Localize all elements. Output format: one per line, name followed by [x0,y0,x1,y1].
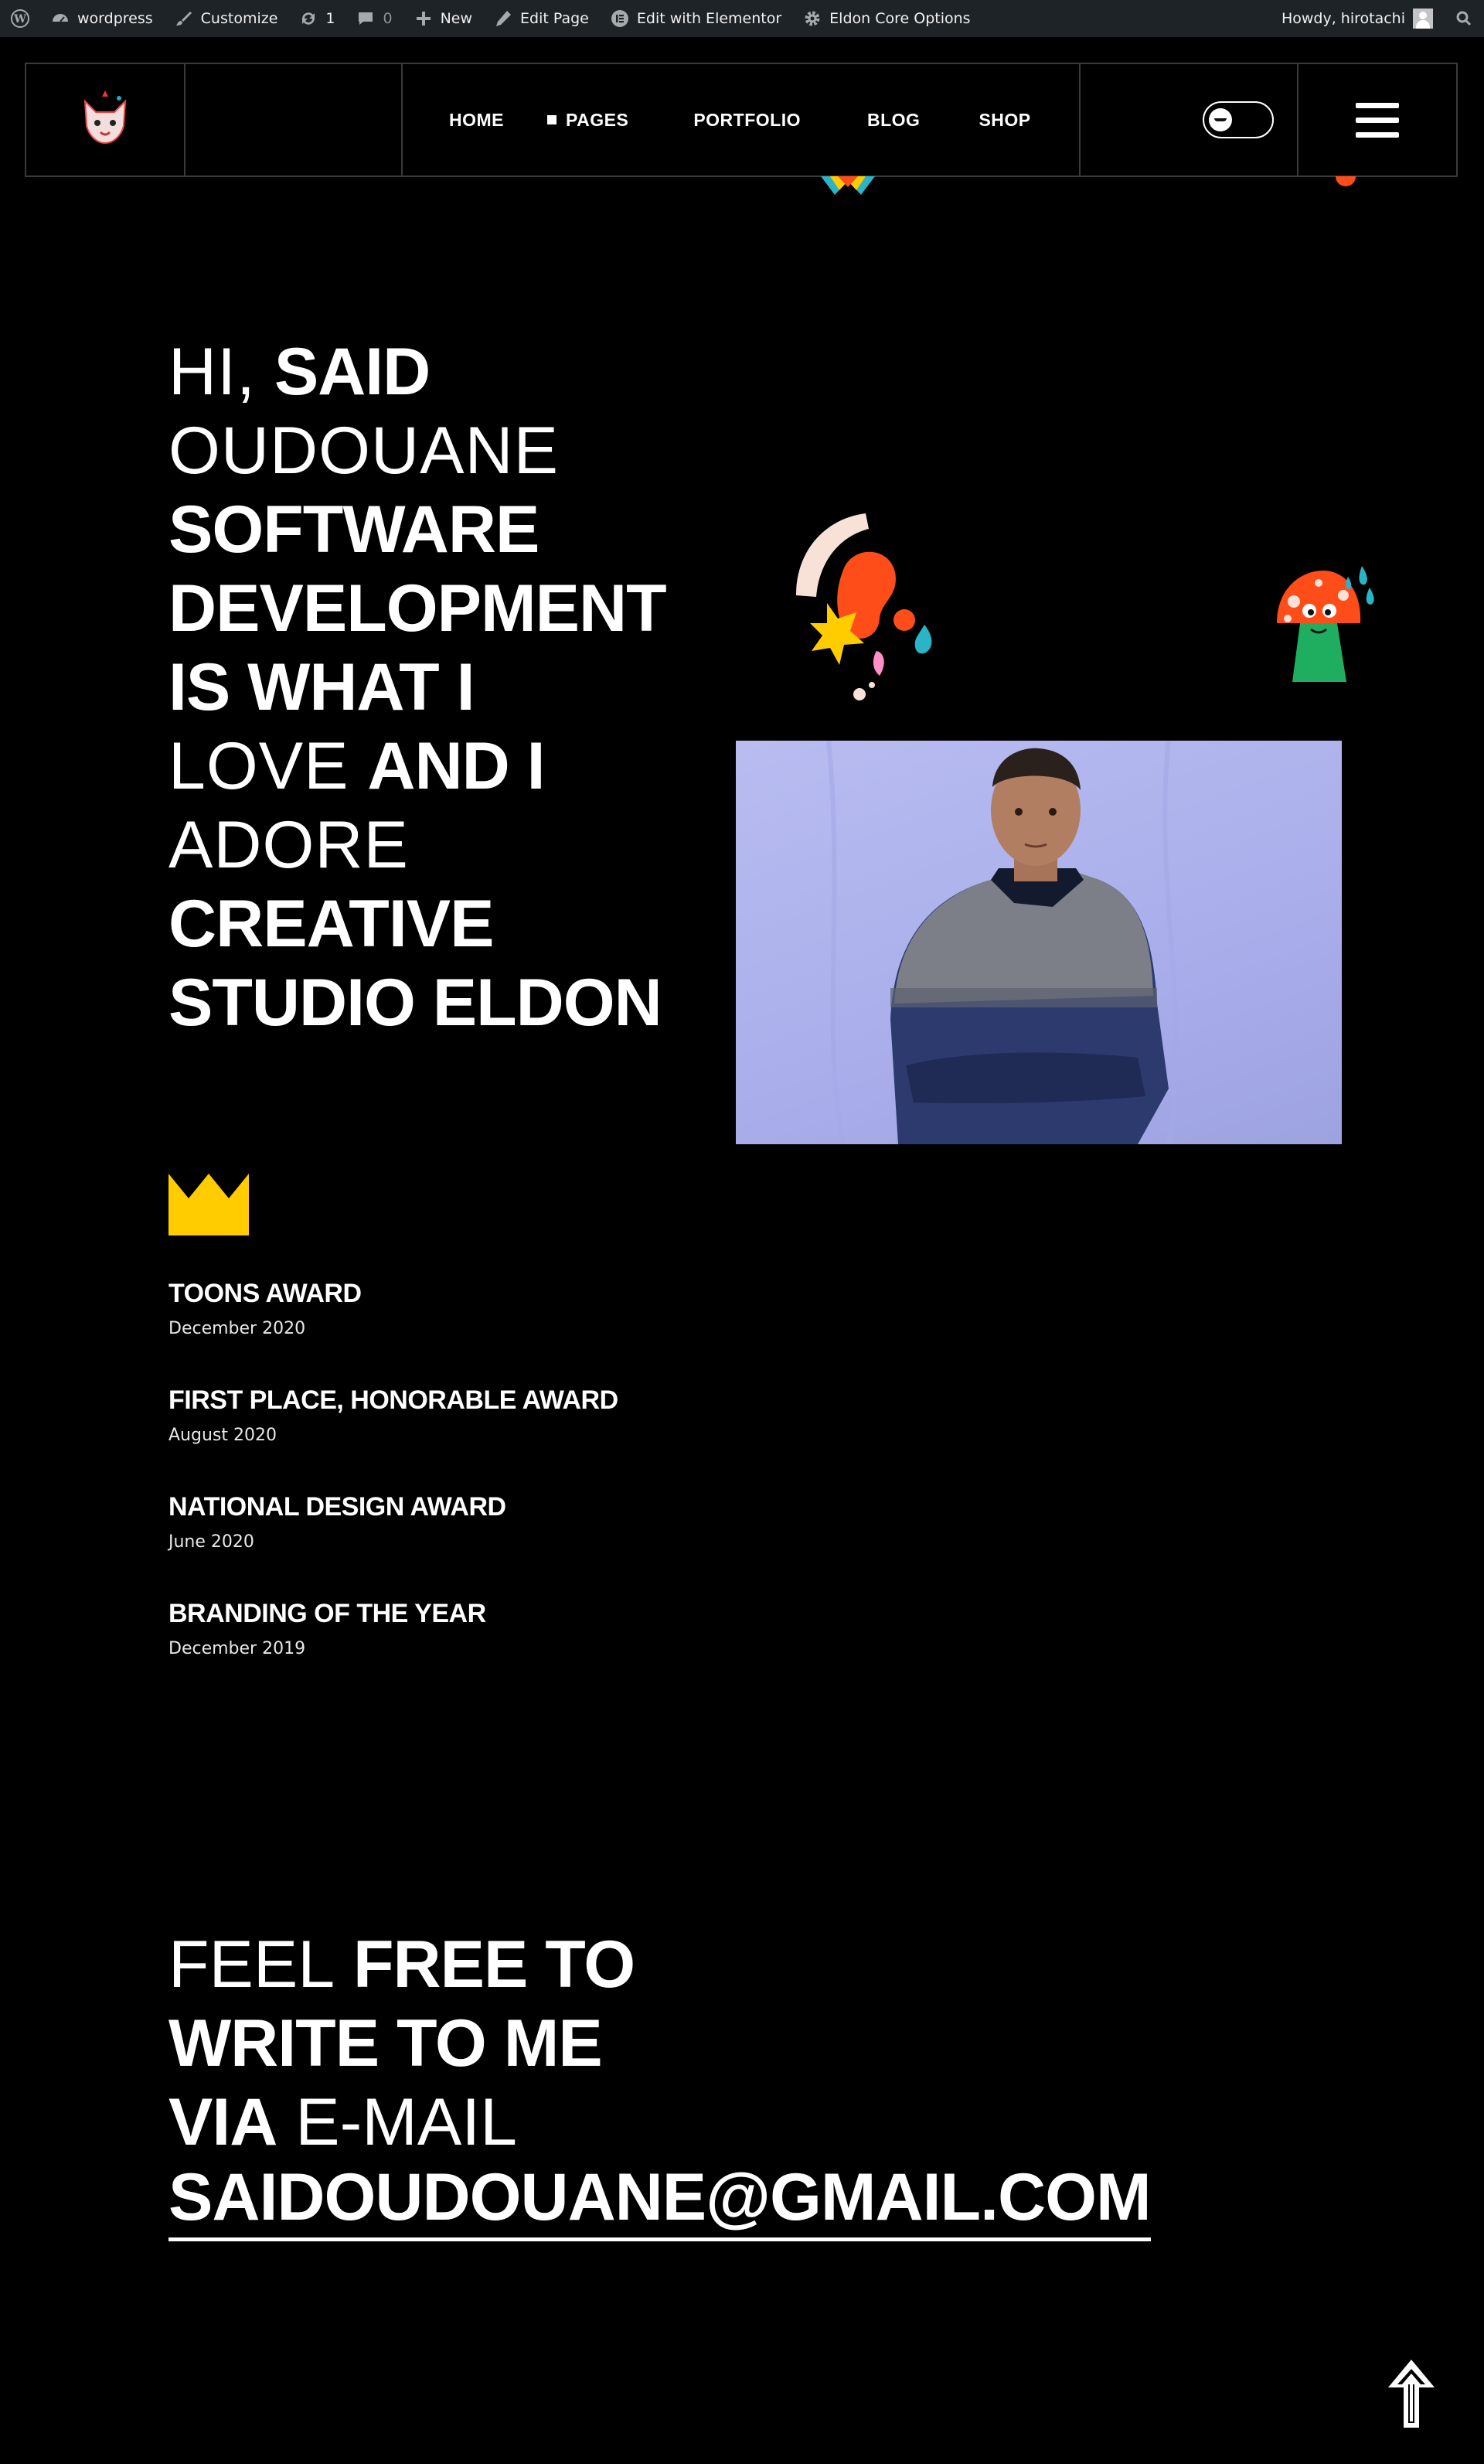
avatar [1413,9,1433,29]
award-item: TOONS AWARD December 2020 [168,1276,864,1382]
email-link[interactable]: SAIDOUDOUANE@GMAIL.COM [168,2159,1152,2241]
brush-icon [175,12,192,26]
greeting: Howdy, hirotachi [1281,10,1405,27]
core-options-label: Eldon Core Options [829,10,971,27]
customize-link[interactable]: Customize [164,0,289,37]
award-date: June 2020 [168,1532,254,1552]
award-name: TOONS AWARD [168,1279,362,1308]
wp-logo-menu[interactable]: W [0,0,40,37]
fox-mask-logo [83,90,127,145]
customize-label: Customize [200,10,278,27]
contact-heading: FEEL FREE TO WRITE TO ME VIA E-MAIL [168,1927,635,2159]
dashboard-icon [53,14,68,22]
award-name: BRANDING OF THE YEAR [168,1599,486,1628]
sleeping-face-icon [1209,108,1232,131]
wp-admin-bar: W wordpress Customize 1 0 New Edit Page … [0,0,1484,37]
hero-heading: HI, SAID OUDOUANE SOFTWARE DEVELOPMENT I… [168,335,667,1040]
admin-search[interactable] [1444,0,1484,37]
updates-count: 1 [325,10,335,27]
new-content-menu[interactable]: New [403,0,483,37]
account-menu[interactable]: Howdy, hirotachi [1271,0,1444,37]
theme-toggle-cell [1081,64,1298,176]
search-icon [1456,11,1472,26]
award-date: August 2020 [168,1426,277,1445]
site-header: HOME PAGES PORTFOLIO BLOG SHOP [25,63,1458,177]
nav-shop[interactable]: SHOP [979,110,1030,131]
header-spacer [186,64,403,176]
crown-icon [168,1174,249,1235]
profile-photo [736,741,1342,1144]
awards-list: TOONS AWARD December 2020 FIRST PLACE, H… [168,1276,864,1702]
nav-blog[interactable]: BLOG [867,110,920,131]
edit-page-link[interactable]: Edit Page [483,0,600,37]
core-options-link[interactable]: Eldon Core Options [792,0,981,37]
wordpress-icon: W [11,9,29,28]
nav-portfolio[interactable]: PORTFOLIO [693,110,801,131]
site-name: wordpress [77,10,153,27]
updates-link[interactable]: 1 [288,0,345,37]
pencil-icon [496,11,512,26]
site-name-menu[interactable]: wordpress [40,0,164,37]
comment-icon [359,12,373,25]
plus-icon [416,12,431,26]
award-name: FIRST PLACE, HONORABLE AWARD [168,1385,618,1415]
edit-page-label: Edit Page [520,10,589,27]
nav-home[interactable]: HOME [449,110,504,131]
svg-text:W: W [13,13,26,26]
dark-mode-toggle[interactable] [1203,101,1274,138]
active-square-icon [547,115,556,124]
edit-elementor-link[interactable]: Edit with Elementor [600,0,792,37]
award-item: FIRST PLACE, HONORABLE AWARD August 2020 [168,1382,864,1489]
award-item: BRANDING OF THE YEAR December 2019 [168,1596,864,1702]
site-logo[interactable] [26,64,186,176]
new-label: New [440,10,473,27]
star-decoration-icon [821,176,875,195]
award-date: December 2020 [168,1319,306,1338]
red-half-circle-decoration [1336,176,1356,186]
gear-icon [805,11,820,26]
award-date: December 2019 [168,1639,306,1658]
award-name: NATIONAL DESIGN AWARD [168,1492,506,1522]
nav-pages[interactable]: PAGES [547,110,628,131]
hamburger-icon[interactable] [1356,102,1399,138]
abstract-splash-decoration [796,513,932,700]
main-nav: HOME PAGES PORTFOLIO BLOG SHOP [403,64,1081,176]
award-item: NATIONAL DESIGN AWARD June 2020 [168,1489,864,1596]
edit-elementor-label: Edit with Elementor [636,10,782,27]
arrow-up-icon[interactable] [1385,2357,1438,2431]
comments-link[interactable]: 0 [345,0,403,37]
comments-count: 0 [383,10,393,27]
person-portrait-illustration [826,741,1179,1144]
mushroom-character-decoration [1277,566,1374,682]
elementor-icon [611,10,628,27]
menu-cell [1298,64,1456,176]
refresh-icon [302,12,315,25]
